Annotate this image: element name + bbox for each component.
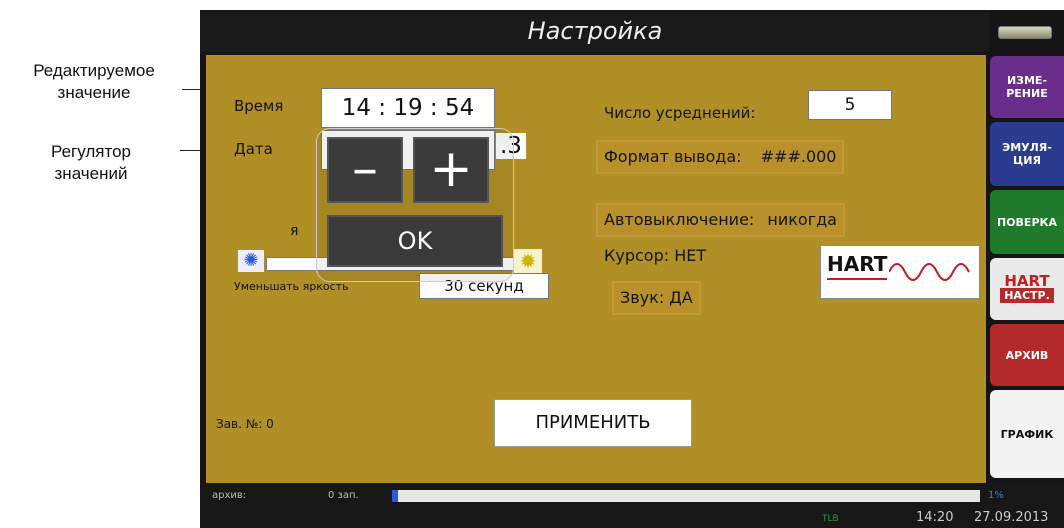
hart-logo-text: HART — [827, 252, 888, 276]
averaging-label: Число усреднений: — [604, 104, 756, 122]
menu-verification[interactable]: ПОВЕРКА — [990, 190, 1064, 254]
clock-date: 27.09.2013 — [974, 510, 1049, 525]
screen-title: Настройка — [527, 17, 663, 45]
settings-panel: Время 14 : 19 : 54 Дата .3 я ✺ ✹ Уменьша… — [206, 55, 986, 483]
battery-icon — [998, 26, 1052, 39]
archive-label: архив: — [212, 490, 247, 501]
hart-logo: HART — [820, 245, 980, 299]
archive-percent: 1% — [988, 490, 1004, 501]
date-label: Дата — [234, 140, 273, 158]
plus-button[interactable]: + — [413, 137, 489, 203]
callout-line-2: значение — [57, 83, 131, 102]
menu-archive-label: АРХИВ — [1005, 348, 1049, 362]
auto-off-value: никогда — [767, 210, 837, 229]
callout-value-regulator: Регулятор значений — [6, 141, 176, 185]
menu-hart-settings-label: НАСТР. — [1000, 288, 1054, 303]
menu-hart-settings[interactable]: HART НАСТР. — [990, 258, 1064, 320]
menu-measurement-line2: РЕНИЕ — [1006, 87, 1048, 100]
sound-row[interactable]: Звук: ДА — [612, 281, 701, 315]
callout-line-1: Регулятор — [50, 142, 131, 161]
callout-line-1: Редактируемое — [33, 61, 155, 80]
archive-progress-fill — [392, 490, 398, 502]
menu-hart-logo: HART — [1004, 272, 1050, 290]
minus-button[interactable]: – — [327, 137, 403, 203]
ok-button[interactable]: OK — [327, 215, 503, 267]
menu-graph[interactable]: ГРАФИК — [990, 390, 1064, 478]
status-bar: архив: 0 зап. 1% TLB 14:20 27.09.2013 — [200, 484, 1064, 528]
brightness-high-icon: ✹ — [514, 249, 542, 273]
output-format-label: Формат вывода: — [604, 147, 742, 166]
menu-emulation-line1: ЭМУЛЯ- — [1002, 141, 1052, 154]
callout-line-2: значений — [54, 164, 128, 183]
hart-logo-wave — [889, 263, 970, 281]
brightness-label-fragment: я — [290, 223, 299, 239]
serial-number: Зав. №: 0 — [216, 417, 274, 431]
menu-graph-label: ГРАФИК — [1000, 427, 1054, 441]
apply-button[interactable]: ПРИМЕНИТЬ — [494, 399, 692, 447]
averaging-value-field[interactable]: 5 — [808, 90, 892, 120]
auto-off-label: Автовыключение: — [604, 210, 755, 229]
menu-emulation-line2: ЦИЯ — [1013, 154, 1041, 167]
menu-measurement-line1: ИЗМЕ- — [1006, 74, 1048, 87]
time-label: Время — [234, 97, 284, 115]
archive-progress-bar — [392, 490, 980, 502]
value-regulator: – + OK — [316, 128, 514, 282]
clock-time: 14:20 — [916, 510, 954, 525]
output-format-value: ###.000 — [760, 147, 837, 166]
output-format-row[interactable]: Формат вывода: ###.000 — [596, 140, 845, 174]
auto-off-row[interactable]: Автовыключение: никогда — [596, 203, 845, 237]
menu-verification-label: ПОВЕРКА — [996, 215, 1058, 229]
callout-edited-value: Редактируемое значение — [4, 60, 184, 104]
time-field[interactable]: 14 : 19 : 54 — [321, 88, 495, 128]
archive-count: 0 зап. — [328, 490, 359, 501]
menu-emulation[interactable]: ЭМУЛЯ- ЦИЯ — [990, 122, 1064, 186]
title-bar: Настройка — [200, 10, 990, 52]
menu-measurement[interactable]: ИЗМЕ- РЕНИЕ — [990, 56, 1064, 118]
brightness-low-icon: ✺ — [238, 250, 264, 272]
status-indicator: TLB — [822, 514, 839, 524]
cursor-row[interactable]: Курсор: НЕТ — [596, 239, 714, 273]
menu-archive[interactable]: АРХИВ — [990, 324, 1064, 386]
device-screen: Настройка Время 14 : 19 : 54 Дата .3 я ✺… — [200, 10, 1064, 528]
